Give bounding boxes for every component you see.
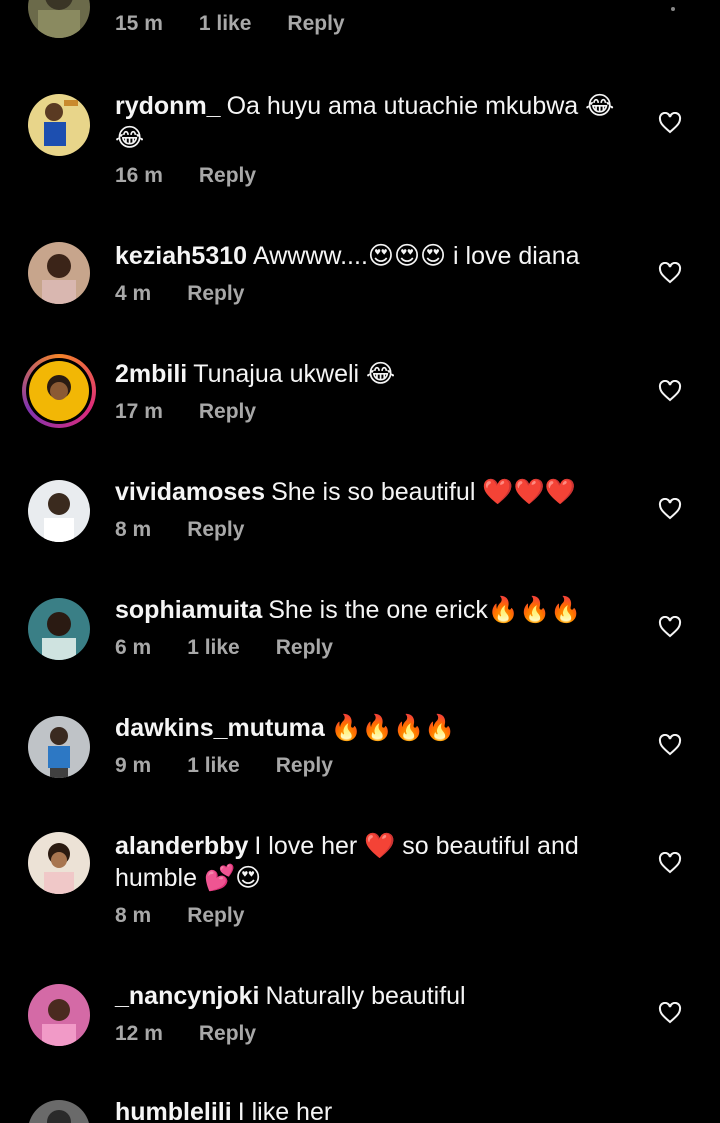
avatar[interactable] [28,480,90,542]
reply-button[interactable]: Reply [276,754,333,778]
comment-username[interactable]: rydonm_ [115,92,221,120]
reply-button[interactable]: Reply [199,164,256,188]
comments-screen: 15 m 1 like Reply rydonm_ Oa huyu ama utu… [0,0,720,1123]
comment-username[interactable]: dawkins_mutuma [115,714,325,742]
comment-time: 16 m [115,164,163,187]
comment-time: 17 m [115,400,163,423]
comment-likes[interactable]: 1 like [187,754,240,778]
comment-likes[interactable]: 1 like [187,636,240,660]
comment-username[interactable]: 2mbili [115,360,187,388]
avatar[interactable] [22,354,96,428]
comment-time: 4 m [115,282,152,305]
heart-icon[interactable] [658,734,682,756]
avatar[interactable] [28,984,90,1046]
avatar[interactable] [28,242,90,304]
heart-icon[interactable] [658,1002,682,1024]
avatar[interactable] [28,598,90,660]
reply-button[interactable]: Reply [187,282,244,306]
avatar[interactable] [28,832,90,894]
comment-time: 9 m [115,754,152,777]
comment-username[interactable]: alanderbby [115,832,248,860]
reply-button[interactable]: Reply [199,400,256,424]
comment-username[interactable]: _nancynjoki [115,982,260,1010]
comment-username[interactable]: humblelili [115,1098,232,1123]
reply-button[interactable]: Reply [199,1022,256,1046]
comment-time: 8 m [115,904,152,927]
heart-icon[interactable] [658,498,682,520]
comment-likes[interactable]: 1 like [199,12,252,36]
comment-time: 12 m [115,1022,163,1045]
comment-text: Naturally beautiful [265,982,466,1010]
heart-icon[interactable] [658,616,682,638]
avatar[interactable] [28,1100,90,1123]
heart-icon[interactable] [668,4,678,14]
heart-icon[interactable] [658,852,682,874]
comment-text: 🔥🔥🔥🔥 [330,714,456,742]
reply-button[interactable]: Reply [276,636,333,660]
avatar[interactable] [28,0,90,38]
avatar[interactable] [28,716,90,778]
reply-button[interactable]: Reply [287,12,344,36]
comment-text: I like her [237,1098,333,1123]
heart-icon[interactable] [658,112,682,134]
comment-username[interactable]: sophiamuita [115,596,262,624]
avatar[interactable] [28,94,90,156]
comment-username[interactable]: keziah5310 [115,242,247,270]
comment-text: Tunajua ukweli 😂 [193,360,396,388]
comment-time: 8 m [115,518,152,541]
heart-icon[interactable] [658,262,682,284]
heart-icon[interactable] [658,380,682,402]
comment-text: She is so beautiful ❤️❤️❤️ [271,478,576,506]
reply-button[interactable]: Reply [187,518,244,542]
comment-time: 15 m [115,12,163,35]
reply-button[interactable]: Reply [187,904,244,928]
comment-username[interactable]: vividamoses [115,478,265,506]
comment-text: Awwww....😍😍😍 i love diana [253,242,580,270]
comment-text: She is the one erick🔥🔥🔥 [268,596,582,624]
comment-time: 6 m [115,636,152,659]
